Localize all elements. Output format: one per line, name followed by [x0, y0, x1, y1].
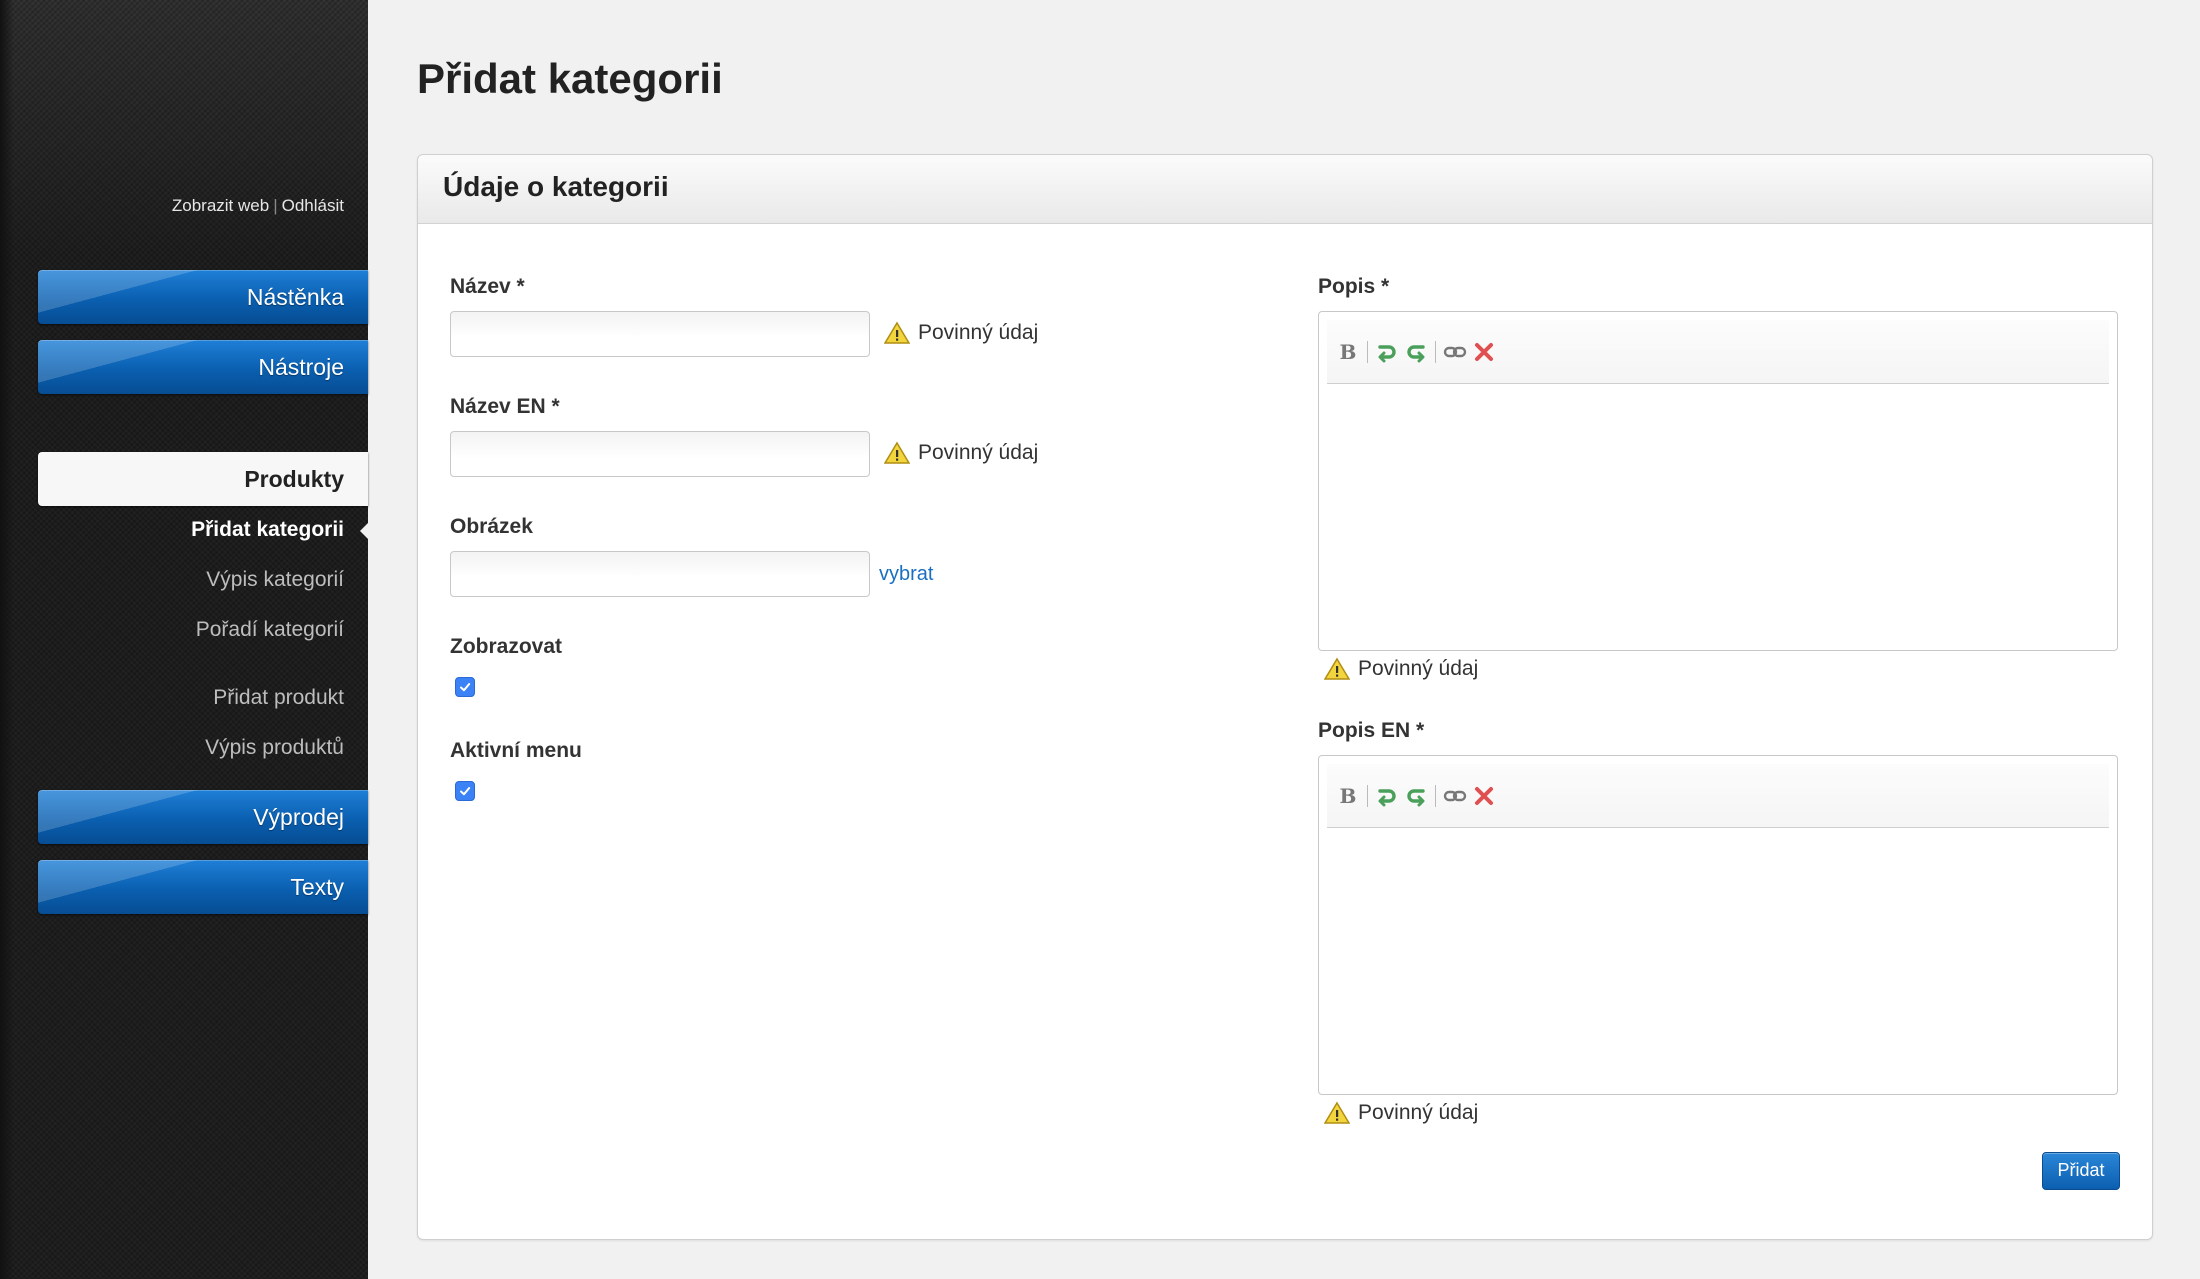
toolbar-separator	[1367, 340, 1368, 363]
active-menu-checkbox[interactable]	[455, 781, 475, 801]
description-editor[interactable]: B	[1318, 311, 2118, 651]
link-separator: |	[273, 196, 278, 215]
subnav-add-product[interactable]: Přidat produkt	[213, 686, 344, 710]
name-en-input[interactable]	[450, 431, 870, 477]
undo-icon[interactable]	[1374, 783, 1400, 809]
category-form-panel: Údaje o kategorii Název * Povinný údaj N…	[417, 154, 2153, 1240]
subnav-order-categories[interactable]: Pořadí kategorií	[196, 618, 344, 642]
description-en-editor[interactable]: B	[1318, 755, 2118, 1095]
panel-header: Údaje o kategorii	[418, 155, 2152, 224]
required-text: Povinný údaj	[918, 321, 1039, 344]
warning-icon	[884, 321, 910, 344]
warning-icon	[1324, 657, 1350, 680]
logout-link[interactable]: Odhlásit	[282, 196, 344, 215]
nav-texts[interactable]: Texty	[38, 860, 368, 914]
subnav-add-category[interactable]: Přidat kategorii	[191, 518, 344, 542]
subnav-list-products[interactable]: Výpis produktů	[205, 736, 344, 760]
nav-dashboard[interactable]: Nástěnka	[38, 270, 368, 324]
editor-toolbar: B	[1327, 764, 2109, 828]
required-text: Povinný údaj	[1358, 1101, 1479, 1124]
name-en-required-hint: Povinný údaj	[884, 441, 1038, 465]
choose-image-link[interactable]: vybrat	[879, 563, 933, 586]
editor-content[interactable]	[1327, 828, 2109, 1086]
show-checkbox[interactable]	[455, 677, 475, 697]
toolbar-separator	[1367, 784, 1368, 807]
bold-icon[interactable]: B	[1335, 783, 1361, 809]
link-icon[interactable]	[1442, 783, 1468, 809]
current-page-pointer	[360, 521, 370, 541]
checkmark-icon	[460, 787, 471, 796]
description-en-label: Popis EN *	[1318, 719, 1425, 742]
panel-title: Údaje o kategorii	[443, 171, 669, 202]
active-menu-label: Aktivní menu	[450, 739, 582, 762]
name-en-label: Název EN *	[450, 395, 560, 418]
checkmark-icon	[460, 683, 471, 692]
redo-icon[interactable]	[1403, 783, 1429, 809]
subnav-list-categories[interactable]: Výpis kategorií	[206, 568, 344, 592]
link-icon[interactable]	[1442, 339, 1468, 365]
warning-icon	[1324, 1101, 1350, 1124]
toolbar-separator	[1435, 784, 1436, 807]
top-links: Zobrazit web | Odhlásit	[172, 196, 344, 216]
redo-icon[interactable]	[1403, 339, 1429, 365]
remove-format-icon[interactable]	[1471, 783, 1497, 809]
name-label: Název *	[450, 275, 525, 298]
nav-tools[interactable]: Nástroje	[38, 340, 368, 394]
image-input[interactable]	[450, 551, 870, 597]
editor-content[interactable]	[1327, 384, 2109, 642]
editor-toolbar: B	[1327, 320, 2109, 384]
name-required-hint: Povinný údaj	[884, 321, 1038, 345]
undo-icon[interactable]	[1374, 339, 1400, 365]
warning-icon	[884, 441, 910, 464]
description-en-required-hint: Povinný údaj	[1324, 1101, 1478, 1125]
show-label: Zobrazovat	[450, 635, 563, 658]
nav-sale[interactable]: Výprodej	[38, 790, 368, 844]
name-input[interactable]	[450, 311, 870, 357]
description-label: Popis *	[1318, 275, 1390, 298]
description-required-hint: Povinný údaj	[1324, 657, 1478, 681]
required-text: Povinný údaj	[1358, 657, 1479, 680]
image-label: Obrázek	[450, 515, 533, 538]
add-button[interactable]: Přidat	[2042, 1152, 2120, 1190]
bold-icon[interactable]: B	[1335, 339, 1361, 365]
toolbar-separator	[1435, 340, 1436, 363]
page-title: Přidat kategorii	[417, 55, 723, 102]
required-text: Povinný údaj	[918, 441, 1039, 464]
view-web-link[interactable]: Zobrazit web	[172, 196, 269, 215]
sidebar: Zobrazit web | Odhlásit Nástěnka Nástroje …	[0, 0, 370, 1279]
nav-products[interactable]: Produkty	[38, 452, 368, 506]
remove-format-icon[interactable]	[1471, 339, 1497, 365]
